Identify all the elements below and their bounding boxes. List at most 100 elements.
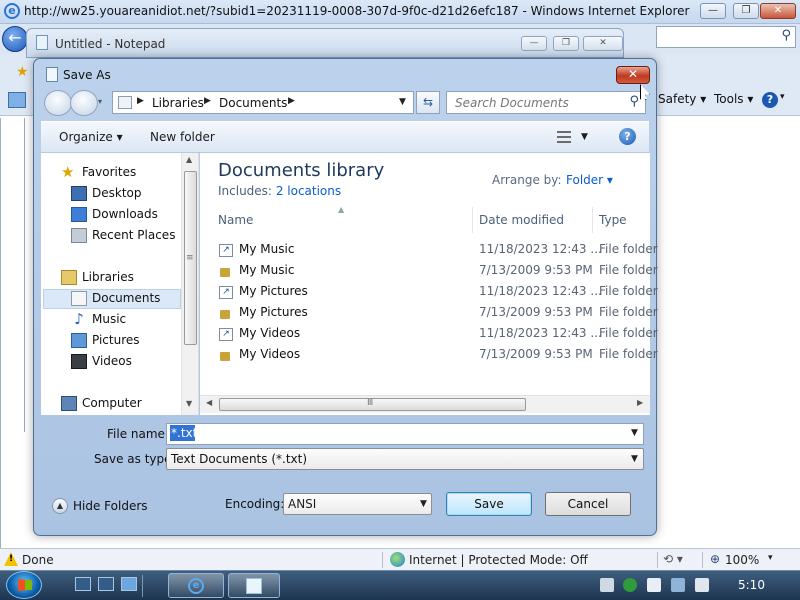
file-row[interactable]: ↗ My Videos 11/18/2023 12:43 ... File fo… bbox=[218, 324, 658, 345]
tray-security-icon[interactable] bbox=[623, 578, 637, 592]
address-dropdown[interactable]: ▼ bbox=[399, 97, 406, 107]
ie-help-icon[interactable]: ? bbox=[762, 92, 778, 108]
arrange-by-dropdown[interactable]: Folder ▾ bbox=[566, 173, 613, 187]
tools-menu[interactable]: Tools ▾ bbox=[714, 92, 753, 106]
file-name-field[interactable] bbox=[170, 426, 610, 442]
breadcrumb-libraries[interactable]: Libraries bbox=[152, 96, 204, 110]
notepad-maximize-button[interactable]: ❐ bbox=[553, 36, 579, 51]
column-header-type[interactable]: Type bbox=[599, 213, 627, 227]
show-desktop-icon[interactable] bbox=[75, 577, 91, 591]
file-name: My Videos bbox=[239, 347, 301, 361]
file-name-selected-text: *.txt bbox=[170, 425, 198, 441]
taskbar-notepad-button[interactable] bbox=[228, 573, 280, 598]
new-folder-button[interactable]: New folder bbox=[150, 130, 215, 144]
column-divider[interactable] bbox=[592, 207, 593, 233]
address-bar[interactable]: ▶ Libraries ▶ Documents ▶ ▼ bbox=[112, 91, 414, 114]
safety-menu-label: Safety bbox=[658, 92, 697, 106]
column-header-date-modified[interactable]: Date modified bbox=[479, 213, 564, 227]
ie-search-box[interactable]: ⚲ bbox=[656, 26, 796, 48]
popup-blocker-icon[interactable]: ⟲ ▾ bbox=[663, 552, 683, 566]
nav-pane-scrollbar[interactable]: ▲ ≡ ▼ bbox=[181, 153, 198, 415]
forward-button[interactable] bbox=[70, 90, 98, 116]
switch-windows-icon[interactable] bbox=[98, 577, 114, 591]
cancel-button[interactable]: Cancel bbox=[545, 492, 631, 516]
ie-close-button[interactable]: ✕ bbox=[760, 3, 796, 19]
taskbar-ie-button[interactable]: e bbox=[168, 573, 224, 598]
scroll-right-icon[interactable]: ▶ bbox=[637, 398, 643, 407]
view-options-icon[interactable] bbox=[557, 131, 571, 143]
chevron-right-icon[interactable]: ▶ bbox=[204, 96, 211, 106]
network-icon[interactable] bbox=[671, 578, 685, 592]
zoom-level[interactable]: 100% bbox=[725, 553, 759, 567]
includes-locations-link[interactable]: 2 locations bbox=[276, 184, 341, 198]
volume-muted-icon[interactable] bbox=[695, 578, 709, 592]
nav-libraries-label: Libraries bbox=[82, 270, 134, 284]
ie-tab-icon[interactable] bbox=[8, 92, 26, 108]
file-type: File folder bbox=[599, 263, 658, 277]
sort-ascending-icon: ▲ bbox=[338, 205, 345, 214]
nav-videos-label: Videos bbox=[92, 354, 132, 368]
file-row[interactable]: ↗ My Music 11/18/2023 12:43 ... File fol… bbox=[218, 240, 658, 261]
notepad-icon bbox=[46, 67, 58, 82]
ie-minimize-button[interactable]: — bbox=[700, 3, 726, 19]
taskbar-clock[interactable]: 5:10 bbox=[738, 578, 765, 592]
file-name-combobox[interactable] bbox=[166, 423, 644, 445]
ie-maximize-button[interactable]: ❐ bbox=[733, 3, 759, 19]
chevron-down-icon[interactable]: ▼ bbox=[631, 454, 638, 464]
file-type: File folder bbox=[599, 305, 658, 319]
ie-icon: e bbox=[4, 3, 20, 19]
favorites-star-icon[interactable]: ★ bbox=[16, 64, 29, 80]
ie-window-title: http://ww25.youareanidiot.net/?subid1=20… bbox=[24, 4, 690, 18]
scroll-up-icon[interactable]: ▲ bbox=[186, 155, 192, 164]
search-input[interactable] bbox=[447, 92, 617, 113]
file-date: 11/18/2023 12:43 ... bbox=[479, 326, 602, 340]
chevron-down-icon[interactable]: ▼ bbox=[420, 499, 427, 509]
file-date: 7/13/2009 9:53 PM bbox=[479, 263, 593, 277]
file-list-horizontal-scrollbar[interactable]: ◀ Ⅲ ▶ bbox=[200, 395, 650, 413]
ie-icon: e bbox=[188, 578, 204, 594]
organize-button[interactable]: Organize ▾ bbox=[59, 130, 123, 144]
hide-folders-button[interactable]: Hide Folders bbox=[73, 499, 148, 513]
file-row[interactable]: My Music 7/13/2009 9:53 PM File folder bbox=[218, 261, 658, 282]
safety-menu[interactable]: Safety ▾ bbox=[658, 92, 706, 106]
recent-locations-dropdown[interactable]: ▾ bbox=[98, 97, 102, 106]
save-as-type-select[interactable]: Text Documents (*.txt) ▼ bbox=[166, 448, 644, 470]
refresh-button[interactable]: ⇆ bbox=[416, 91, 440, 114]
column-header-name[interactable]: Name bbox=[218, 213, 253, 227]
save-button[interactable]: Save bbox=[446, 492, 532, 516]
file-row[interactable]: ↗ My Pictures 11/18/2023 12:43 ... File … bbox=[218, 282, 658, 303]
back-button[interactable] bbox=[44, 90, 72, 116]
start-button[interactable] bbox=[6, 571, 42, 599]
zoom-dropdown-icon[interactable]: ▾ bbox=[768, 553, 773, 563]
ie-back-button[interactable]: ← bbox=[2, 26, 28, 52]
scroll-left-icon[interactable]: ◀ bbox=[206, 398, 212, 407]
file-name-dropdown-icon[interactable]: ▼ bbox=[631, 428, 638, 438]
chevron-right-icon[interactable]: ▶ bbox=[288, 96, 295, 106]
flag-icon[interactable] bbox=[647, 578, 661, 592]
dialog-close-button[interactable]: ✕ bbox=[616, 66, 650, 84]
file-name: My Pictures bbox=[239, 305, 308, 319]
file-row[interactable]: My Videos 7/13/2009 9:53 PM File folder bbox=[218, 345, 658, 366]
hide-folders-icon[interactable]: ▲ bbox=[52, 498, 68, 514]
view-dropdown-icon[interactable]: ▼ bbox=[581, 132, 588, 142]
chevron-down-icon[interactable]: ▾ bbox=[780, 92, 785, 102]
encoding-select[interactable]: ANSI ▼ bbox=[283, 493, 432, 515]
tray-document-icon[interactable] bbox=[600, 578, 614, 592]
chevron-right-icon[interactable]: ▶ bbox=[137, 96, 144, 106]
library-icon bbox=[118, 96, 132, 109]
quick-launch-ie-icon[interactable] bbox=[121, 577, 137, 591]
help-icon[interactable]: ? bbox=[619, 128, 636, 145]
status-divider bbox=[657, 552, 658, 568]
search-box[interactable]: ⚲ bbox=[446, 91, 646, 114]
notepad-close-button[interactable]: ✕ bbox=[583, 36, 623, 51]
notepad-minimize-button[interactable]: — bbox=[521, 36, 547, 51]
column-divider[interactable] bbox=[472, 207, 473, 233]
scroll-down-icon[interactable]: ▼ bbox=[186, 399, 192, 408]
breadcrumb-documents[interactable]: Documents bbox=[219, 96, 287, 110]
file-row[interactable]: My Pictures 7/13/2009 9:53 PM File folde… bbox=[218, 303, 658, 324]
notepad-icon bbox=[36, 35, 48, 50]
library-includes: Includes: 2 locations bbox=[218, 184, 341, 198]
shortcut-folder-icon: ↗ bbox=[218, 242, 234, 257]
file-name: My Music bbox=[239, 263, 295, 277]
music-note-icon: ♪ bbox=[74, 310, 84, 328]
